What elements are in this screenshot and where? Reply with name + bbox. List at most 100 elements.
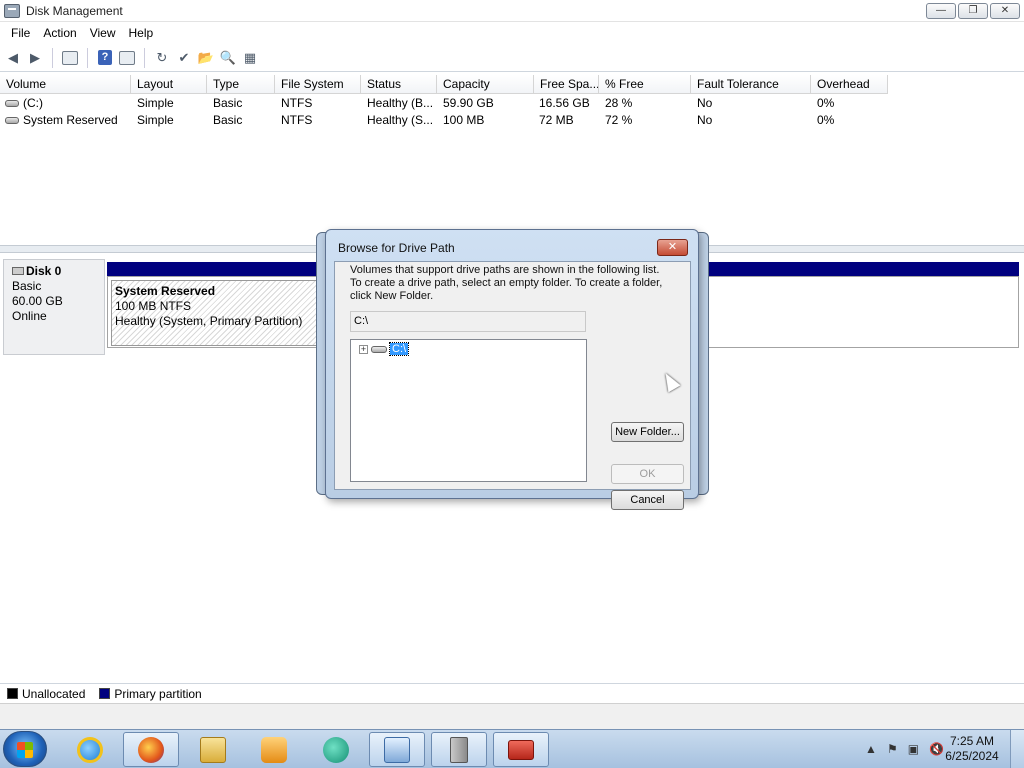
dialog-title: Browse for Drive Path [338, 241, 455, 255]
open-folder-icon[interactable]: 📂 [197, 49, 215, 67]
status-bar [0, 703, 1024, 729]
partition-system-reserved[interactable]: System Reserved 100 MB NTFS Healthy (Sys… [111, 280, 321, 346]
selected-path-field: C:\ [350, 311, 586, 332]
instruction-line-3: click New Folder. [350, 290, 434, 302]
expand-icon[interactable]: + [359, 344, 368, 354]
type-cell: Basic [213, 96, 243, 110]
clock-date: 6/25/2024 [945, 749, 999, 763]
system-tray: ▲ ⚑ ▣ 🔇 [865, 742, 944, 756]
primary-partition-swatch [99, 688, 111, 699]
volume-cell: (C:) [5, 95, 43, 112]
tree-item-c-drive[interactable]: + C:\ [359, 342, 410, 356]
browser-icon[interactable] [308, 732, 364, 767]
status-cell: Healthy (S... [367, 113, 434, 127]
toolbar: ◀ ▶ ? ↻ ✔ 📂 🔍 ▦ [0, 44, 1024, 72]
filesystem-cell: NTFS [281, 113, 313, 127]
capacity-cell: 59.90 GB [443, 96, 494, 110]
forward-arrow-icon[interactable]: ▶ [26, 49, 44, 67]
show-hide-console-icon[interactable] [61, 49, 79, 67]
instruction-line-1: Volumes that support drive paths are sho… [350, 264, 660, 276]
disk-status: Online [12, 309, 47, 323]
cancel-button[interactable]: Cancel [611, 490, 684, 510]
firefox-icon[interactable] [123, 732, 179, 767]
legend-primary-partition: Primary partition [114, 686, 202, 701]
partition-name: System Reserved [115, 284, 216, 298]
toolbar-separator [87, 47, 88, 68]
legend-unallocated: Unallocated [22, 686, 86, 701]
media-player-icon[interactable] [246, 732, 302, 767]
clock[interactable]: 7:25 AM 6/25/2024 [942, 734, 1002, 764]
legend: Unallocated Primary partition [0, 683, 1024, 703]
menu-view[interactable]: View [85, 26, 124, 40]
network-status-icon[interactable]: ▣ [908, 742, 919, 756]
tree-item-label[interactable]: C:\ [388, 342, 410, 356]
maximize-button[interactable]: ❐ [958, 3, 988, 19]
help-icon[interactable]: ? [96, 49, 114, 67]
show-desktop-button[interactable] [1010, 730, 1024, 768]
menu-help[interactable]: Help [124, 26, 162, 40]
filesystem-cell: NTFS [281, 96, 313, 110]
search-icon[interactable]: 🔍 [219, 49, 237, 67]
column-header-fault-tolerance[interactable]: Fault Tolerance [691, 75, 811, 94]
column-header-status[interactable]: Status [361, 75, 437, 94]
column-header-layout[interactable]: Layout [131, 75, 207, 94]
menu-file[interactable]: File [6, 26, 38, 40]
browse-drive-path-dialog: Browse for Drive Path ✕ Volumes that sup… [325, 229, 699, 510]
column-header-volume[interactable]: Volume [0, 75, 131, 94]
drive-icon [5, 117, 19, 125]
dialog-instructions: Volumes that support drive paths are sho… [350, 264, 680, 303]
toolbar-separator [52, 47, 53, 68]
capacity-cell: 100 MB [443, 113, 485, 127]
internet-explorer-icon[interactable] [62, 732, 118, 767]
instruction-line-2: To create a drive path, select an empty … [350, 277, 663, 289]
dialog-close-button[interactable]: ✕ [657, 239, 688, 256]
volume-list: Volume Layout Type File System Status Ca… [0, 75, 1024, 245]
start-button[interactable] [3, 731, 47, 767]
window-controls: — ❐ ✕ [926, 3, 1020, 19]
disk-icon [12, 267, 24, 275]
action-center-flag-icon[interactable]: ⚑ [887, 742, 898, 756]
layout-cell: Simple [137, 96, 174, 110]
server-manager-icon[interactable] [369, 732, 425, 767]
new-folder-button[interactable]: New Folder... [611, 422, 684, 442]
overhead-cell: 0% [817, 113, 835, 127]
toolbox-icon[interactable] [493, 732, 549, 767]
file-explorer-icon[interactable] [185, 732, 241, 767]
status-cell: Healthy (B... [367, 96, 434, 110]
column-header-percent-free[interactable]: % Free [599, 75, 691, 94]
network-icon[interactable] [431, 732, 487, 767]
partition-info: 100 MB NTFS [115, 299, 192, 313]
refresh-icon[interactable]: ↻ [153, 49, 171, 67]
disk-label[interactable]: Disk 0 Basic 60.00 GB Online [3, 259, 105, 355]
disk-size: 60.00 GB [12, 294, 63, 308]
fault-tolerance-cell: No [697, 113, 713, 127]
folder-tree[interactable]: + C:\ [350, 339, 587, 482]
drive-icon [371, 345, 387, 353]
back-arrow-icon[interactable]: ◀ [4, 49, 22, 67]
disk-management-icon [4, 3, 20, 18]
column-header-type[interactable]: Type [207, 75, 275, 94]
column-header-file-system[interactable]: File System [275, 75, 361, 94]
dialog-body: Volumes that support drive paths are sho… [334, 261, 691, 510]
check-icon[interactable]: ✔ [175, 49, 193, 67]
column-header-free-space[interactable]: Free Spa... [534, 75, 599, 94]
column-header-overhead[interactable]: Overhead [811, 75, 888, 94]
toolbar-separator [144, 47, 145, 68]
settings-icon[interactable]: ▦ [241, 49, 259, 67]
partition-status: Healthy (System, Primary Partition) [115, 314, 303, 328]
properties-icon[interactable] [118, 49, 136, 67]
disk-name: Disk 0 [26, 264, 62, 278]
window-title: Disk Management [26, 3, 123, 18]
table-row[interactable]: System Reserved Simple Basic NTFS Health… [0, 112, 900, 129]
percent-free-cell: 28 % [605, 96, 633, 110]
close-window-button[interactable]: ✕ [990, 3, 1020, 19]
minimize-button[interactable]: — [926, 3, 956, 19]
show-hidden-icons-icon[interactable]: ▲ [865, 742, 877, 756]
menu-bar: File Action View Help [0, 22, 1024, 43]
free-space-cell: 72 MB [539, 113, 574, 127]
table-row[interactable]: (C:) Simple Basic NTFS Healthy (B... 59.… [0, 95, 900, 112]
overhead-cell: 0% [817, 96, 835, 110]
ok-button[interactable]: OK [611, 464, 684, 484]
menu-action[interactable]: Action [38, 26, 84, 40]
column-header-capacity[interactable]: Capacity [437, 75, 534, 94]
